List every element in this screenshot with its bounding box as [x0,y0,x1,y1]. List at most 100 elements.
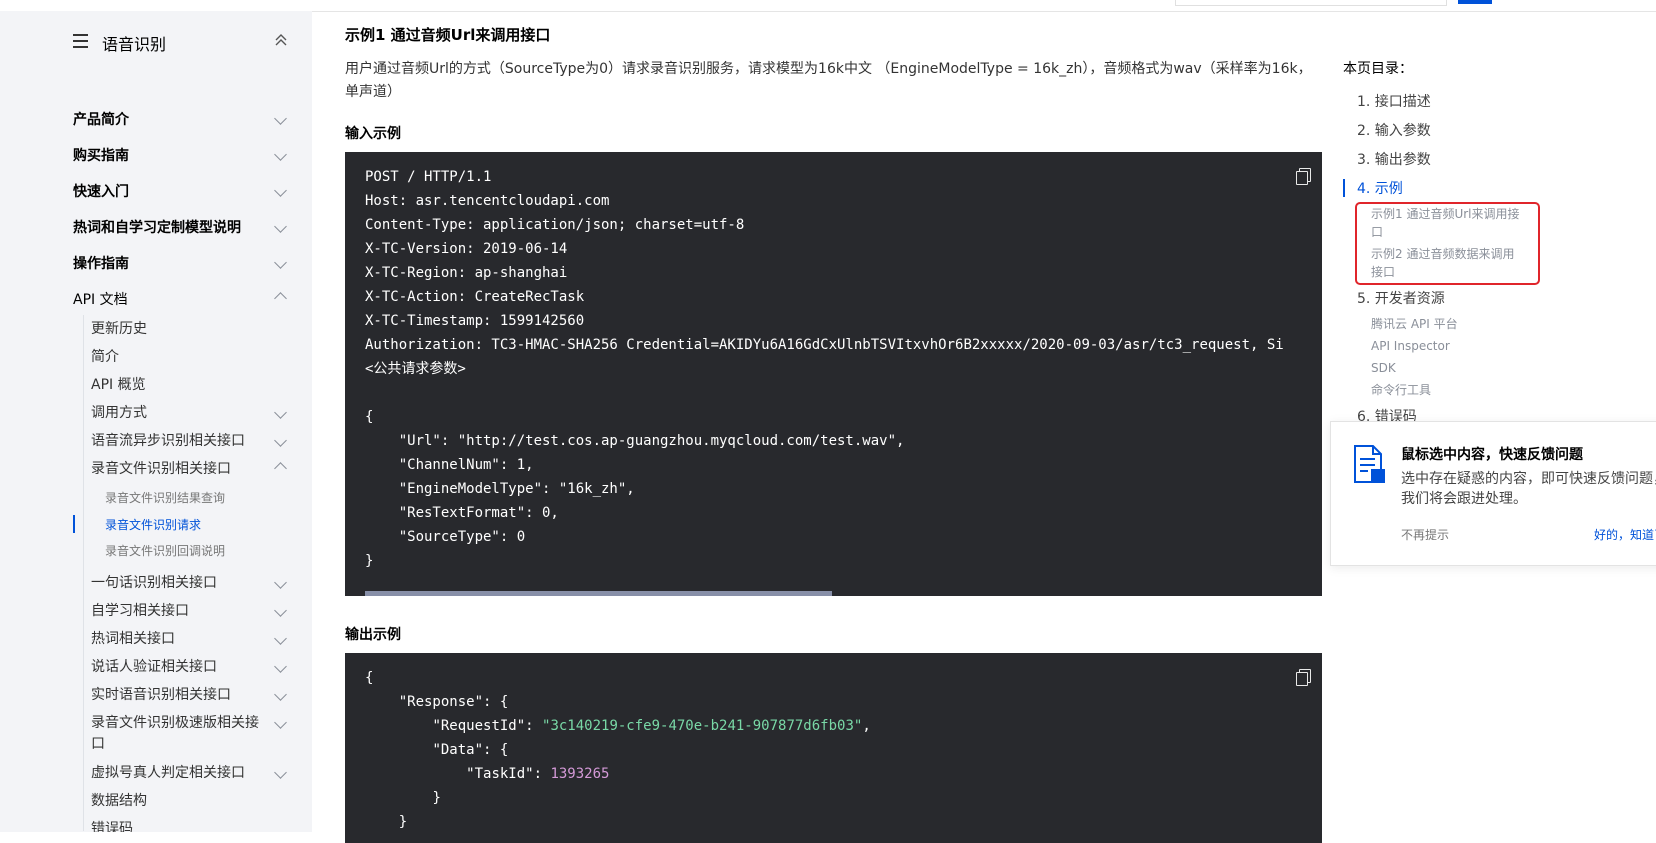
chevron-down-icon [274,716,287,729]
sidebar-item-label: 热词相关接口 [91,631,175,647]
output-code: { "Response": { "RequestId": "3c140219-c… [365,670,871,830]
sidebar: 语音识别 产品简介 购买指南 快速入门 热词和自学习定制模型说明 操作指南 AP… [0,11,312,832]
sidebar-item-label: API 文档 [73,292,128,308]
sidebar-item-intro[interactable]: 简介 [91,347,285,368]
chevron-up-icon [274,292,287,305]
sidebar-item-hotword-api[interactable]: 热词相关接口 [91,629,287,650]
copy-icon[interactable] [1296,168,1311,185]
chevron-down-icon [274,688,287,701]
chevron-down-icon [274,148,287,161]
sidebar-item-call-method[interactable]: 调用方式 [91,403,287,424]
ok-got-it-button[interactable]: 好的，知道了 [1594,526,1656,543]
sidebar-item-data-structure[interactable]: 数据结构 [91,791,285,812]
toc-sub-sdk[interactable]: SDK [1371,359,1523,377]
sidebar-item-operation-guide[interactable]: 操作指南 [73,253,287,277]
sidebar-item-label: 操作指南 [73,256,129,272]
sidebar-item-label: 实时语音识别相关接口 [91,687,231,703]
chevron-down-icon [274,184,287,197]
sidebar-item-label: 购买指南 [73,148,129,164]
sidebar-item-purchase-guide[interactable]: 购买指南 [73,145,287,169]
feedback-popup: 鼠标选中内容，快速反馈问题 选中存在疑惑的内容，即可快速反馈问题， 我们将会跟进… [1330,421,1656,566]
chevron-down-icon [274,604,287,617]
output-code-block: { "Response": { "RequestId": "3c140219-c… [345,653,1322,843]
sidebar-item-label: 语音流异步识别相关接口 [91,433,245,449]
output-example-label: 输出示例 [345,627,401,643]
example-title: 示例1 通过音频Url来调用接口 [345,26,551,44]
menu-icon[interactable] [73,34,88,48]
dont-show-again-button[interactable]: 不再提示 [1401,526,1449,543]
sidebar-item-label: 产品简介 [73,112,129,128]
toc-item-examples[interactable]: 4. 示例 [1357,178,1403,198]
sidebar-item-realtime[interactable]: 实时语音识别相关接口 [91,685,287,706]
document-icon [1353,445,1387,485]
toc-sub-cli[interactable]: 命令行工具 [1371,381,1523,399]
sidebar-item-file-fast[interactable]: 录音文件识别极速版相关接口 [91,713,287,755]
sidebar-item-file-callback[interactable]: 录音文件识别回调说明 [105,542,285,559]
sidebar-item-label: 录音文件识别回调说明 [105,544,226,558]
sidebar-item-file-result-query[interactable]: 录音文件识别结果查询 [105,489,285,506]
horizontal-scrollbar[interactable] [365,591,832,596]
toc-item-output-params[interactable]: 3. 输出参数 [1357,149,1431,169]
search-button[interactable] [1458,0,1492,4]
tree-line [83,315,84,831]
toc-item-input-params[interactable]: 2. 输入参数 [1357,120,1431,140]
input-example-label: 输入示例 [345,126,401,142]
search-input[interactable] [1175,0,1447,6]
chevron-down-icon [274,632,287,645]
copy-icon[interactable] [1296,669,1311,686]
toc-item-dev-resources[interactable]: 5. 开发者资源 [1357,288,1445,308]
chevron-down-icon [274,220,287,233]
toc-title: 本页目录： [1343,61,1413,77]
popup-title: 鼠标选中内容，快速反馈问题 [1401,447,1583,463]
sidebar-item-label: 说话人验证相关接口 [91,659,217,675]
sidebar-item-label: 虚拟号真人判定相关接口 [91,765,245,781]
example-description: 用户通过音频Url的方式（SourceType为0）请求录音识别服务，请求模型为… [345,61,1312,100]
toc-sub-api-inspector[interactable]: API Inspector [1371,337,1523,355]
sidebar-item-virtual-number[interactable]: 虚拟号真人判定相关接口 [91,763,287,784]
toc-highlight-box [1355,202,1540,285]
sidebar-item-api-docs[interactable]: API 文档 [73,289,287,313]
sidebar-item-label: 录音文件识别相关接口 [91,461,231,477]
sidebar-item-label: 简介 [91,349,119,365]
toc-active-indicator [1343,179,1345,197]
sidebar-header: 语音识别 [73,31,288,55]
chevron-down-icon [274,112,287,125]
sidebar-item-hotwords[interactable]: 热词和自学习定制模型说明 [73,217,287,241]
sidebar-item-label: 录音文件识别请求 [105,518,202,532]
sidebar-item-api-overview[interactable]: API 概览 [91,375,285,396]
sidebar-item-label: 热词和自学习定制模型说明 [73,220,241,236]
sidebar-title: 语音识别 [102,35,167,54]
sidebar-item-speaker-verify[interactable]: 说话人验证相关接口 [91,657,287,678]
sidebar-item-quick-start[interactable]: 快速入门 [73,181,287,205]
input-code: POST / HTTP/1.1 Host: asr.tencentcloudap… [365,169,1284,569]
active-indicator [73,515,75,533]
collapse-icon[interactable] [274,33,288,51]
sidebar-item-product-intro[interactable]: 产品简介 [73,109,287,133]
sidebar-item-label: 自学习相关接口 [91,603,189,619]
chevron-down-icon [274,660,287,673]
popup-body: 选中存在疑惑的内容，即可快速反馈问题， 我们将会跟进处理。 [1401,471,1656,507]
sidebar-item-error-codes[interactable]: 错误码 [91,819,285,832]
chevron-down-icon [274,256,287,269]
toc-item-description[interactable]: 1. 接口描述 [1357,91,1431,111]
sidebar-item-label: 数据结构 [91,793,147,809]
sidebar-item-label: 一句话识别相关接口 [91,575,217,591]
sidebar-item-label: 录音文件识别结果查询 [105,491,226,505]
sidebar-item-changelog[interactable]: 更新历史 [91,319,285,340]
toc-sub-api-platform[interactable]: 腾讯云 API 平台 [1371,315,1523,333]
chevron-down-icon [274,766,287,779]
sidebar-item-label: API 概览 [91,377,146,393]
sidebar-item-label: 更新历史 [91,321,147,337]
input-code-block: POST / HTTP/1.1 Host: asr.tencentcloudap… [345,152,1322,596]
sidebar-item-file-recognition[interactable]: 录音文件识别相关接口 [91,459,287,480]
sidebar-item-label: 快速入门 [73,184,129,200]
sidebar-item-file-request[interactable]: 录音文件识别请求 [105,516,285,533]
chevron-up-icon [274,462,287,475]
sidebar-item-label: 调用方式 [91,405,147,421]
sidebar-item-self-learning[interactable]: 自学习相关接口 [91,601,287,622]
sidebar-item-sentence[interactable]: 一句话识别相关接口 [91,573,287,594]
sidebar-item-label: 错误码 [91,821,133,832]
sidebar-item-label: 录音文件识别极速版相关接口 [91,715,259,752]
sidebar-item-stream-async[interactable]: 语音流异步识别相关接口 [91,431,287,452]
chevron-down-icon [274,576,287,589]
